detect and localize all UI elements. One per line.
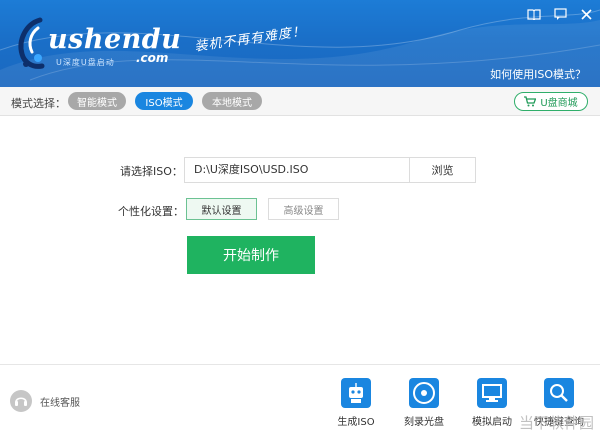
watermark-text: 当下软件园 [518, 414, 594, 432]
monitor-icon [477, 378, 507, 408]
book-icon[interactable] [526, 6, 542, 22]
mode-select-label: 模式选择： [11, 97, 66, 110]
mode-tab-smart[interactable]: 智能模式 [68, 92, 126, 110]
logo-subtitle: U深度U盘启动 [56, 58, 115, 67]
advanced-setting-button[interactable]: 高级设置 [268, 198, 339, 220]
tool-label: 模拟启动 [472, 417, 512, 428]
header-banner: ushendu .com U深度U盘启动 装机不再有难度！ 如何使用ISO模式？ [0, 0, 600, 87]
logo-domain: .com [136, 51, 169, 65]
custom-setting-label: 个性化设置： [118, 205, 184, 218]
window-controls [526, 6, 594, 22]
usb-shop-label: U盘商城 [540, 98, 578, 109]
magnifier-icon [544, 378, 574, 408]
robot-icon [341, 378, 371, 408]
cart-icon [524, 96, 537, 107]
close-icon[interactable] [578, 6, 594, 22]
tool-label: 生成ISO [337, 417, 375, 428]
disc-icon [409, 378, 439, 408]
iso-select-label: 请选择ISO： [120, 165, 183, 178]
online-service[interactable]: 在线客服 [10, 390, 80, 412]
start-make-button[interactable]: 开始制作 [187, 236, 315, 274]
tool-generate-iso[interactable]: 生成ISO [323, 378, 389, 428]
ushendu-logo: ushendu .com U深度U盘启动 [8, 14, 198, 74]
tool-simulate-boot[interactable]: 模拟启动 [459, 378, 525, 428]
mode-bar: 模式选择： 智能模式 ISO模式 本地模式 U盘商城 [0, 87, 600, 116]
tool-burn-disc[interactable]: 刻录光盘 [391, 378, 457, 428]
mode-tab-local[interactable]: 本地模式 [202, 92, 262, 110]
tool-label: 刻录光盘 [404, 417, 444, 428]
footer-divider [0, 364, 600, 365]
mode-tab-iso[interactable]: ISO模式 [135, 92, 193, 110]
online-service-label: 在线客服 [40, 397, 80, 409]
chat-icon[interactable] [552, 6, 568, 22]
logo-mark-icon [18, 17, 45, 69]
usb-shop-button[interactable]: U盘商城 [514, 92, 588, 111]
headset-icon [10, 390, 32, 412]
iso-path-input[interactable]: D:\U深度ISO\USD.ISO [184, 157, 410, 183]
iso-help-link[interactable]: 如何使用ISO模式？ [490, 66, 586, 82]
browse-button[interactable]: 浏览 [409, 157, 476, 183]
default-setting-button[interactable]: 默认设置 [186, 198, 257, 220]
